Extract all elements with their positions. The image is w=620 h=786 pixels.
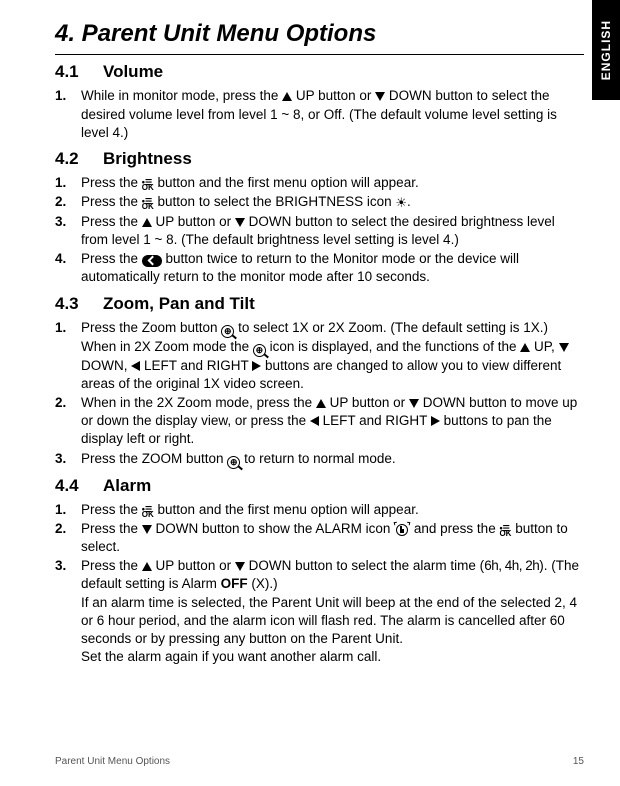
right-arrow-icon bbox=[252, 361, 261, 371]
list-item: 1. Press the •☰OK button and the first m… bbox=[55, 174, 584, 192]
menu-ok-icon: •☰OK bbox=[499, 526, 511, 537]
down-arrow-icon bbox=[142, 525, 152, 534]
up-arrow-icon bbox=[142, 562, 152, 571]
section-4-2-heading: 4.2Brightness bbox=[55, 148, 584, 171]
list-item: 2. Press the DOWN button to show the ALA… bbox=[55, 520, 584, 556]
back-button-icon bbox=[142, 255, 162, 267]
menu-ok-icon: •☰OK bbox=[142, 180, 154, 191]
page-content: 4. Parent Unit Menu Options 4.1Volume 1.… bbox=[0, 0, 620, 667]
page-footer: Parent Unit Menu Options 15 bbox=[55, 755, 584, 769]
list-item: 1. Press the Zoom button ⊕ to select 1X … bbox=[55, 319, 584, 393]
section-4-3-steps: 1. Press the Zoom button ⊕ to select 1X … bbox=[55, 319, 584, 469]
down-arrow-icon bbox=[559, 343, 569, 352]
alarm-clock-icon bbox=[394, 522, 410, 536]
list-item: 3. Press the UP button or DOWN button to… bbox=[55, 557, 584, 666]
page-title: 4. Parent Unit Menu Options bbox=[55, 18, 584, 55]
list-item: 1. While in monitor mode, press the UP b… bbox=[55, 87, 584, 142]
footer-page-number: 15 bbox=[573, 755, 584, 769]
section-4-4-heading: 4.4Alarm bbox=[55, 475, 584, 498]
brightness-icon: ☀ bbox=[395, 195, 407, 210]
language-tab: ENGLISH bbox=[592, 0, 620, 100]
left-arrow-icon bbox=[131, 361, 140, 371]
left-arrow-icon bbox=[310, 416, 319, 426]
alarm-time-options: 6h, 4h, 2h bbox=[484, 558, 539, 573]
up-arrow-icon bbox=[316, 399, 326, 408]
list-item: 3. Press the ZOOM button ⊕ to return to … bbox=[55, 450, 584, 469]
list-item: 1. Press the •☰OK button and the first m… bbox=[55, 501, 584, 519]
down-arrow-icon bbox=[409, 399, 419, 408]
zoom-icon: ⊕ bbox=[221, 325, 234, 338]
list-item: 3. Press the UP button or DOWN button to… bbox=[55, 213, 584, 249]
right-arrow-icon bbox=[431, 416, 440, 426]
up-arrow-icon bbox=[142, 218, 152, 227]
menu-ok-icon: •☰OK bbox=[142, 507, 154, 518]
footer-section-name: Parent Unit Menu Options bbox=[55, 755, 170, 769]
section-4-1-heading: 4.1Volume bbox=[55, 61, 584, 84]
list-item: 4. Press the button twice to return to t… bbox=[55, 250, 584, 286]
menu-ok-icon: •☰OK bbox=[142, 199, 154, 210]
up-arrow-icon bbox=[520, 343, 530, 352]
down-arrow-icon bbox=[235, 562, 245, 571]
down-arrow-icon bbox=[235, 218, 245, 227]
zoom-icon: ⊕ bbox=[253, 344, 266, 357]
up-arrow-icon bbox=[282, 92, 292, 101]
list-item: 2. Press the •☰OK button to select the B… bbox=[55, 193, 584, 212]
section-4-2-steps: 1. Press the •☰OK button and the first m… bbox=[55, 174, 584, 287]
zoom-icon: ⊕ bbox=[227, 456, 240, 469]
section-4-3-heading: 4.3Zoom, Pan and Tilt bbox=[55, 293, 584, 316]
section-4-4-steps: 1. Press the •☰OK button and the first m… bbox=[55, 501, 584, 667]
down-arrow-icon bbox=[375, 92, 385, 101]
list-item: 2. When in the 2X Zoom mode, press the U… bbox=[55, 394, 584, 449]
section-4-1-steps: 1. While in monitor mode, press the UP b… bbox=[55, 87, 584, 142]
